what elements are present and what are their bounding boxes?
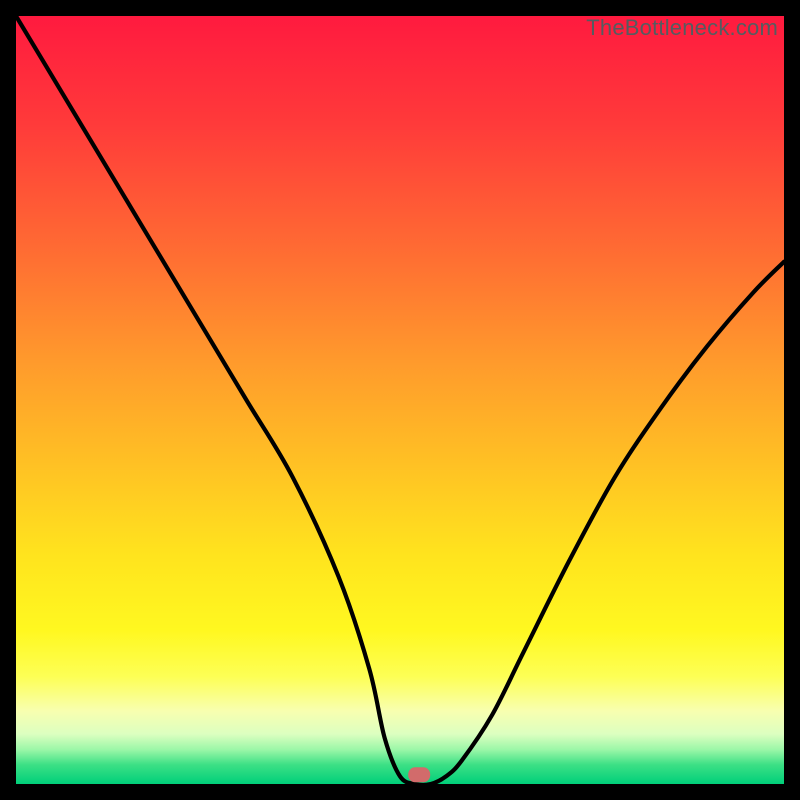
chart-frame: TheBottleneck.com bbox=[0, 0, 800, 800]
optimum-marker bbox=[408, 767, 430, 782]
watermark-text: TheBottleneck.com bbox=[586, 15, 778, 41]
plot-area: TheBottleneck.com bbox=[16, 16, 784, 784]
gradient-background bbox=[16, 16, 784, 784]
